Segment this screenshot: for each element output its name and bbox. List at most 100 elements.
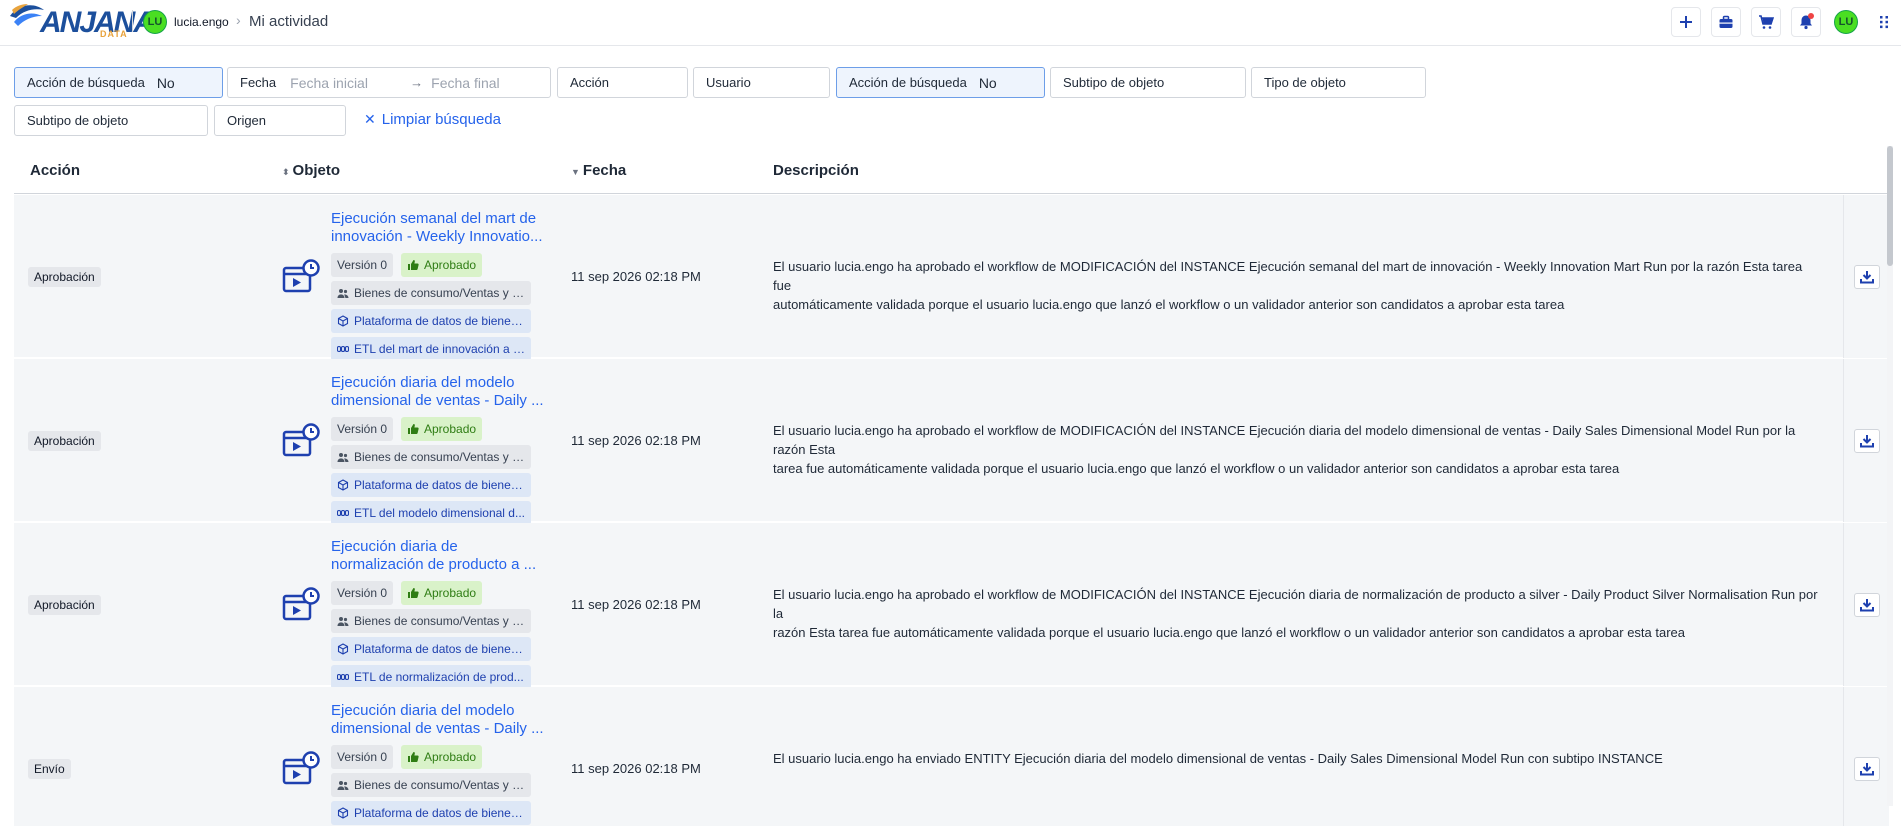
filter-object-type[interactable]: Tipo de objeto xyxy=(1251,67,1426,98)
briefcase-icon xyxy=(1719,15,1733,28)
etl-tag[interactable]: ETL del mart de innovación a g... xyxy=(331,337,531,361)
etl-icon xyxy=(337,509,349,517)
row-description: El usuario lucia.engo ha aprobado el wor… xyxy=(773,585,1823,642)
action-badge: Aprobación xyxy=(28,595,101,615)
download-button[interactable] xyxy=(1854,265,1880,289)
download-icon xyxy=(1860,763,1874,776)
filter-object-subtype-2[interactable]: Subtipo de objeto xyxy=(14,105,208,136)
domain-tag[interactable]: Bienes de consumo/Ventas y c... xyxy=(331,609,531,633)
instance-icon xyxy=(282,423,320,457)
platform-tag[interactable]: Plataforma de datos de bienes... xyxy=(331,637,531,661)
table-row[interactable]: Envío Ejecución diaria del modelo dimens… xyxy=(14,687,1889,826)
filter-label: Acción de búsqueda xyxy=(27,75,145,90)
scrollbar-thumb[interactable] xyxy=(1887,146,1893,266)
object-title-link[interactable]: Ejecución diaria del modelo dimensional … xyxy=(331,702,546,738)
thumbs-up-icon xyxy=(408,424,419,434)
table-row[interactable]: Aprobación Ejecución diaria de normaliza… xyxy=(14,523,1889,689)
filter-user[interactable]: Usuario xyxy=(693,67,830,98)
platform-tag[interactable]: Plataforma de datos de bienes... xyxy=(331,309,531,333)
domain-tag[interactable]: Bienes de consumo/Ventas y c... xyxy=(331,445,531,469)
cart-button[interactable] xyxy=(1751,7,1781,37)
column-header-date[interactable]: ▼ Fecha xyxy=(571,162,626,179)
domain-tag[interactable]: Bienes de consumo/Ventas y c... xyxy=(331,773,531,797)
row-actions xyxy=(1843,359,1889,522)
date-end-input[interactable]: Fecha final xyxy=(431,75,499,91)
download-button[interactable] xyxy=(1854,757,1880,781)
filter-label: Subtipo de objeto xyxy=(27,113,129,128)
cart-icon xyxy=(1759,15,1774,29)
filter-label: Origen xyxy=(227,113,267,128)
filter-label: Fecha xyxy=(240,75,277,90)
object-title-line: dimensional de ventas - Daily ... xyxy=(331,392,544,409)
column-header-date-label: Fecha xyxy=(582,162,627,179)
filter-label: Usuario xyxy=(706,75,751,90)
clear-search-label: Limpiar búsqueda xyxy=(381,111,501,128)
table-header: Acción ⬍ Objeto ▼ Fecha Descripción xyxy=(14,150,1889,194)
description-line: El usuario lucia.engo ha aprobado el wor… xyxy=(773,587,1818,621)
object-title-line: Ejecución diaria del modelo xyxy=(331,702,515,719)
clear-search-link[interactable]: ✕ Limpiar búsqueda xyxy=(364,111,501,128)
header-divider xyxy=(132,10,133,32)
notification-dot xyxy=(1808,13,1814,19)
filter-origin[interactable]: Origen xyxy=(214,105,346,136)
object-title-line: normalización de producto a ... xyxy=(331,556,537,573)
domain-label: Bienes de consumo/Ventas y c... xyxy=(354,778,525,792)
domain-label: Bienes de consumo/Ventas y c... xyxy=(354,286,525,300)
status-tag: Aprobado xyxy=(401,253,483,277)
cube-icon xyxy=(337,315,349,327)
object-title-link[interactable]: Ejecución diaria del modelo dimensional … xyxy=(331,374,546,410)
filter-action[interactable]: Acción xyxy=(557,67,688,98)
cube-icon xyxy=(337,479,349,491)
description-line: automáticamente validada porque el usuar… xyxy=(773,297,1565,312)
filter-date-range[interactable]: Fecha Fecha inicial → Fecha final xyxy=(227,67,551,98)
column-header-action[interactable]: Acción xyxy=(30,162,80,179)
object-title-line: dimensional de ventas - Daily ... xyxy=(331,720,544,737)
version-tag: Versión 0 xyxy=(331,253,394,277)
profile-avatar[interactable]: LU xyxy=(1834,10,1858,34)
etl-tag[interactable]: ETL de normalización de prod... xyxy=(331,665,531,689)
filter-search-action-2[interactable]: Acción de búsqueda No xyxy=(836,67,1045,98)
anjana-logo[interactable]: ANJANA DATA xyxy=(8,2,155,40)
table-scrollbar[interactable] xyxy=(1887,146,1893,806)
platform-tag[interactable]: Plataforma de datos de bienes... xyxy=(331,801,531,825)
user-avatar[interactable]: LU xyxy=(143,10,167,34)
instance-icon xyxy=(282,587,320,621)
platform-tag[interactable]: Plataforma de datos de bienes... xyxy=(331,473,531,497)
table-row[interactable]: Aprobación Ejecución diaria del modelo d… xyxy=(14,359,1889,525)
domain-label: Bienes de consumo/Ventas y c... xyxy=(354,450,525,464)
column-header-object[interactable]: ⬍ Objeto xyxy=(282,162,340,179)
object-title-link[interactable]: Ejecución diaria de normalización de pro… xyxy=(331,538,546,574)
filter-value: No xyxy=(156,74,175,91)
portfolio-button[interactable] xyxy=(1711,7,1741,37)
arrow-right-icon: → xyxy=(410,75,424,90)
apps-button[interactable] xyxy=(1871,7,1897,37)
download-button[interactable] xyxy=(1854,593,1880,617)
table-row[interactable]: Aprobación Ejecución semanal del mart de… xyxy=(14,195,1889,361)
platform-label: Plataforma de datos de bienes... xyxy=(354,806,525,820)
action-badge: Envío xyxy=(28,759,71,779)
object-title-line: Ejecución diaria de xyxy=(331,538,458,555)
row-description: El usuario lucia.engo ha aprobado el wor… xyxy=(773,421,1823,478)
date-start-input[interactable]: Fecha inicial xyxy=(290,75,410,91)
sort-desc-icon: ▼ xyxy=(571,167,580,177)
notifications-button[interactable] xyxy=(1791,7,1821,37)
object-title-link[interactable]: Ejecución semanal del mart de innovación… xyxy=(331,210,546,246)
filter-object-subtype-1[interactable]: Subtipo de objeto xyxy=(1050,67,1246,98)
status-tag: Aprobado xyxy=(401,417,483,441)
download-button[interactable] xyxy=(1854,429,1880,453)
status-tag: Aprobado xyxy=(401,581,483,605)
row-date: 11 sep 2026 02:18 PM xyxy=(571,597,701,612)
domain-tag[interactable]: Bienes de consumo/Ventas y c... xyxy=(331,281,531,305)
users-icon xyxy=(337,781,349,790)
logo-text: ANJANA xyxy=(40,6,155,39)
filter-search-action-1[interactable]: Acción de búsqueda No xyxy=(14,67,223,98)
add-button[interactable] xyxy=(1671,7,1701,37)
download-icon xyxy=(1860,599,1874,612)
close-icon: ✕ xyxy=(364,111,376,127)
thumbs-up-icon xyxy=(408,752,419,762)
version-tag: Versión 0 xyxy=(331,581,394,605)
username[interactable]: lucia.engo xyxy=(174,15,229,29)
etl-tag[interactable]: ETL del modelo dimensional d... xyxy=(331,501,531,525)
etl-label: ETL del modelo dimensional d... xyxy=(354,506,525,520)
download-icon xyxy=(1860,271,1874,284)
